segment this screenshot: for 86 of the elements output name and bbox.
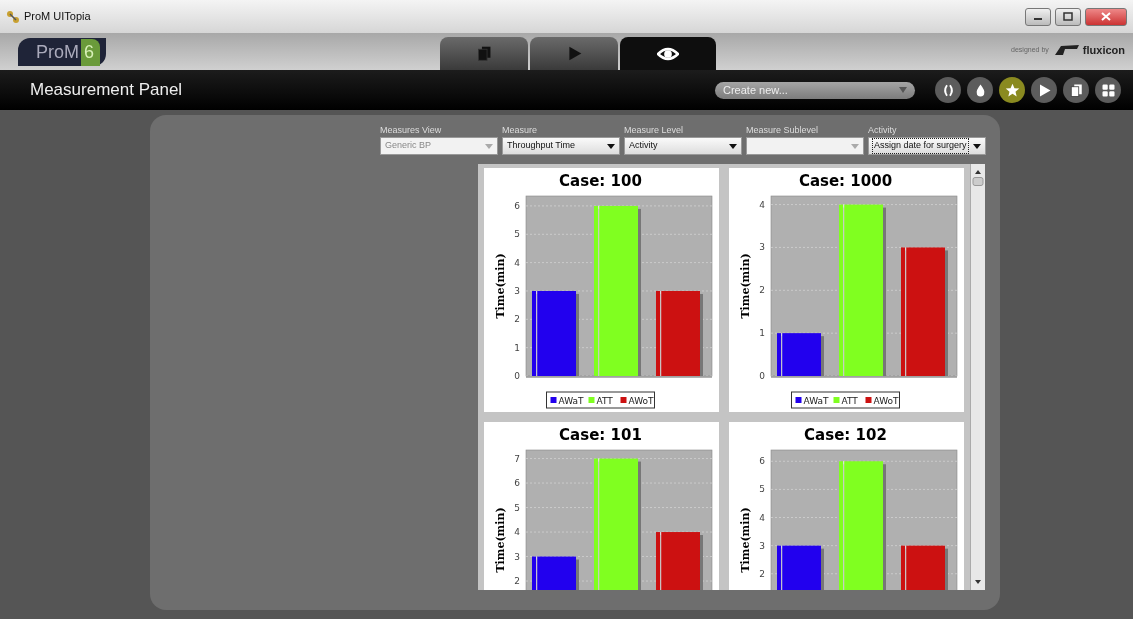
maximize-button[interactable] [1055,7,1081,26]
field-label: Activity [868,124,898,137]
caret-icon [607,143,615,149]
tick-label: 6 [514,478,520,489]
tick-label: 6 [759,456,765,467]
tick-label: 3 [514,551,520,562]
tick-label: 2 [759,285,765,296]
tick-label: 5 [759,484,765,495]
tick-label: 2 [514,576,520,586]
tick-label: 5 [514,502,520,513]
legend-label: AWoT [873,396,900,406]
bar [532,556,576,590]
star-button[interactable] [999,77,1025,103]
field-label: Measure [502,124,538,137]
axis-label: Time(min) [739,253,752,319]
chart-title: Case: 101 [559,426,642,444]
dropdown[interactable]: Assign date for surgery [868,137,986,155]
legend-label: AWaT [558,396,584,406]
bar [777,545,821,590]
maximize-icon [1063,12,1073,21]
tick-label: 6 [514,200,520,211]
fluxicon-logo-icon [1052,43,1079,56]
field-label: Measure Sublevel [746,124,820,137]
grid-icon [1100,82,1116,98]
pages-button[interactable] [1063,77,1089,103]
drop-button[interactable] [967,77,993,103]
legend-item: ATT [588,396,613,406]
window-title: ProM UITopia [24,9,91,25]
view-tab[interactable] [620,37,716,70]
field-label: Measure Level [624,124,685,137]
legend-item: AWoT [620,396,654,406]
caret-icon [973,143,981,149]
legend-item: AWaT [795,396,829,406]
close-button[interactable] [1085,7,1127,26]
scrollbar[interactable] [970,164,985,590]
tick-label: 1 [759,328,765,339]
legend-item: ATT [833,396,858,406]
legend-label: AWaT [803,396,829,406]
dropdown[interactable]: Activity [624,137,742,155]
pages-icon [1068,82,1084,98]
tick-label: 2 [759,568,765,579]
chart-title: Case: 100 [559,172,642,190]
tick-label: 4 [514,257,520,268]
brand-name: fluxicon [1082,42,1125,58]
field-label: Measures View [380,124,443,137]
logo: ProM 6 [18,38,106,66]
tick-label: 4 [514,527,520,538]
axis-label: Time(min) [739,507,752,573]
axis-label: Time(min) [494,507,507,573]
caret-icon [899,87,907,93]
tick-label: 4 [759,199,765,210]
tick-label: 0 [514,371,520,381]
star-icon [1004,82,1020,98]
tick-label: 7 [514,453,520,464]
panel-title: Measurement Panel [30,79,183,102]
legend-label: AWoT [628,396,655,406]
app-icon [6,9,20,24]
dropdown[interactable]: Throughput Time [502,137,620,155]
tick-label: 2 [514,314,520,325]
tick-label: 3 [759,540,765,551]
tick-label: 3 [514,285,520,296]
caret-icon [485,143,493,149]
chart-title: Case: 102 [804,426,887,444]
grid-button[interactable] [1095,77,1121,103]
tick-label: 5 [514,229,520,240]
tick-label: 3 [759,242,765,253]
legend-label: ATT [841,396,859,406]
caret-icon [851,143,859,149]
bar [656,532,700,590]
bar [777,333,821,376]
legend-item: AWoT [865,396,899,406]
tick-label: 4 [759,512,765,523]
legend-item: AWaT [550,396,584,406]
play-button[interactable] [1031,77,1057,103]
tick-label: 0 [759,371,765,381]
parentheses-button[interactable] [935,77,961,103]
axis-label: Time(min) [494,253,507,319]
legend-label: ATT [596,396,614,406]
chart-title: Case: 1000 [798,172,893,190]
tick-label: 1 [514,342,520,353]
pages-icon [475,45,493,62]
bar [901,545,945,590]
caret-icon [729,143,737,149]
scroll-thumb[interactable] [971,177,985,186]
close-icon [1101,12,1111,21]
minimize-button[interactable] [1025,7,1051,26]
